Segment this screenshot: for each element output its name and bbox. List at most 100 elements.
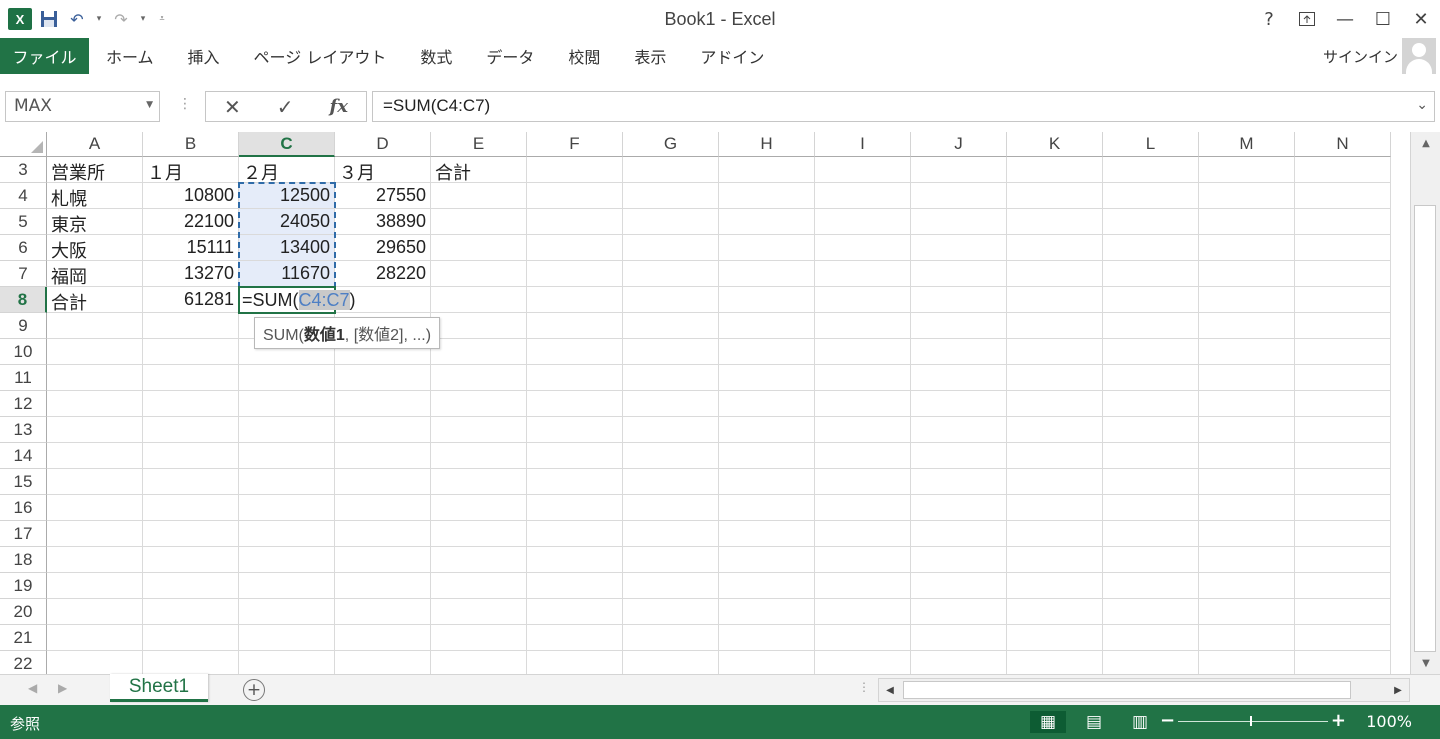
- tab-insert[interactable]: 挿入: [171, 38, 237, 74]
- cell-k14[interactable]: [1007, 443, 1103, 469]
- cell-i17[interactable]: [815, 521, 911, 547]
- cell-i13[interactable]: [815, 417, 911, 443]
- cell-j14[interactable]: [911, 443, 1007, 469]
- cell-d6[interactable]: 29650: [335, 235, 431, 261]
- cell-j5[interactable]: [911, 209, 1007, 235]
- cell-f8[interactable]: [527, 287, 623, 313]
- cell-d17[interactable]: [335, 521, 431, 547]
- cell-h11[interactable]: [719, 365, 815, 391]
- cell-c13[interactable]: [239, 417, 335, 443]
- close-icon[interactable]: ✕: [1402, 4, 1440, 34]
- cell-d15[interactable]: [335, 469, 431, 495]
- cell-m12[interactable]: [1199, 391, 1295, 417]
- cell-e10[interactable]: [431, 339, 527, 365]
- cell-g13[interactable]: [623, 417, 719, 443]
- cell-k18[interactable]: [1007, 547, 1103, 573]
- cell-m13[interactable]: [1199, 417, 1295, 443]
- cell-b19[interactable]: [143, 573, 239, 599]
- cell-i5[interactable]: [815, 209, 911, 235]
- cell-e7[interactable]: [431, 261, 527, 287]
- cell-l19[interactable]: [1103, 573, 1199, 599]
- cell-a9[interactable]: [47, 313, 143, 339]
- cell-a16[interactable]: [47, 495, 143, 521]
- cell-k19[interactable]: [1007, 573, 1103, 599]
- cell-g9[interactable]: [623, 313, 719, 339]
- cell-l15[interactable]: [1103, 469, 1199, 495]
- cell-j7[interactable]: [911, 261, 1007, 287]
- cell-n12[interactable]: [1295, 391, 1391, 417]
- cell-e3[interactable]: 合計: [431, 157, 527, 183]
- cell-c18[interactable]: [239, 547, 335, 573]
- cell-e16[interactable]: [431, 495, 527, 521]
- cell-n22[interactable]: [1295, 651, 1391, 674]
- cell-l14[interactable]: [1103, 443, 1199, 469]
- cell-c14[interactable]: [239, 443, 335, 469]
- cell-f17[interactable]: [527, 521, 623, 547]
- cell-m15[interactable]: [1199, 469, 1295, 495]
- cell-a8[interactable]: 合計: [47, 287, 143, 313]
- cell-j8[interactable]: [911, 287, 1007, 313]
- cell-h21[interactable]: [719, 625, 815, 651]
- cell-e14[interactable]: [431, 443, 527, 469]
- cell-a3[interactable]: 営業所: [47, 157, 143, 183]
- column-header-n[interactable]: N: [1295, 132, 1391, 157]
- user-avatar-icon[interactable]: [1402, 38, 1436, 74]
- column-header-j[interactable]: J: [911, 132, 1007, 157]
- cell-b17[interactable]: [143, 521, 239, 547]
- cell-k15[interactable]: [1007, 469, 1103, 495]
- cell-m10[interactable]: [1199, 339, 1295, 365]
- cell-i4[interactable]: [815, 183, 911, 209]
- cell-n5[interactable]: [1295, 209, 1391, 235]
- cell-j17[interactable]: [911, 521, 1007, 547]
- row-header-12[interactable]: 12: [0, 391, 47, 417]
- zoom-out-icon[interactable]: −: [1160, 710, 1175, 731]
- cell-g7[interactable]: [623, 261, 719, 287]
- cell-k7[interactable]: [1007, 261, 1103, 287]
- cell-c21[interactable]: [239, 625, 335, 651]
- row-header-20[interactable]: 20: [0, 599, 47, 625]
- row-header-6[interactable]: 6: [0, 235, 47, 261]
- cell-k13[interactable]: [1007, 417, 1103, 443]
- cell-d13[interactable]: [335, 417, 431, 443]
- tab-splitter-icon[interactable]: ⋮: [858, 680, 870, 694]
- horizontal-scrollbar[interactable]: ◀ ▶: [878, 678, 1410, 702]
- cell-m5[interactable]: [1199, 209, 1295, 235]
- maximize-icon[interactable]: ☐: [1364, 4, 1402, 34]
- cell-h9[interactable]: [719, 313, 815, 339]
- cell-m20[interactable]: [1199, 599, 1295, 625]
- cell-j4[interactable]: [911, 183, 1007, 209]
- cell-m4[interactable]: [1199, 183, 1295, 209]
- cell-g20[interactable]: [623, 599, 719, 625]
- cell-d12[interactable]: [335, 391, 431, 417]
- name-box-dropdown-icon[interactable]: ▼: [146, 100, 153, 110]
- cell-f20[interactable]: [527, 599, 623, 625]
- cell-i7[interactable]: [815, 261, 911, 287]
- cell-g6[interactable]: [623, 235, 719, 261]
- cell-a20[interactable]: [47, 599, 143, 625]
- cell-a6[interactable]: 大阪: [47, 235, 143, 261]
- row-header-14[interactable]: 14: [0, 443, 47, 469]
- cell-k17[interactable]: [1007, 521, 1103, 547]
- cell-e8[interactable]: [431, 287, 527, 313]
- cell-j22[interactable]: [911, 651, 1007, 674]
- column-header-k[interactable]: K: [1007, 132, 1103, 157]
- cell-d20[interactable]: [335, 599, 431, 625]
- cell-h8[interactable]: [719, 287, 815, 313]
- tab-page-layout[interactable]: ページ レイアウト: [237, 38, 404, 74]
- row-header-8[interactable]: 8: [0, 287, 47, 313]
- cell-l8[interactable]: [1103, 287, 1199, 313]
- cell-j3[interactable]: [911, 157, 1007, 183]
- cell-m9[interactable]: [1199, 313, 1295, 339]
- cell-m17[interactable]: [1199, 521, 1295, 547]
- scroll-down-icon[interactable]: ▼: [1411, 652, 1440, 674]
- cell-h7[interactable]: [719, 261, 815, 287]
- cell-f4[interactable]: [527, 183, 623, 209]
- cell-n6[interactable]: [1295, 235, 1391, 261]
- cell-a5[interactable]: 東京: [47, 209, 143, 235]
- cell-j18[interactable]: [911, 547, 1007, 573]
- row-header-9[interactable]: 9: [0, 313, 47, 339]
- cell-b12[interactable]: [143, 391, 239, 417]
- cell-l6[interactable]: [1103, 235, 1199, 261]
- sign-in-link[interactable]: サインイン: [1323, 46, 1398, 67]
- cell-a12[interactable]: [47, 391, 143, 417]
